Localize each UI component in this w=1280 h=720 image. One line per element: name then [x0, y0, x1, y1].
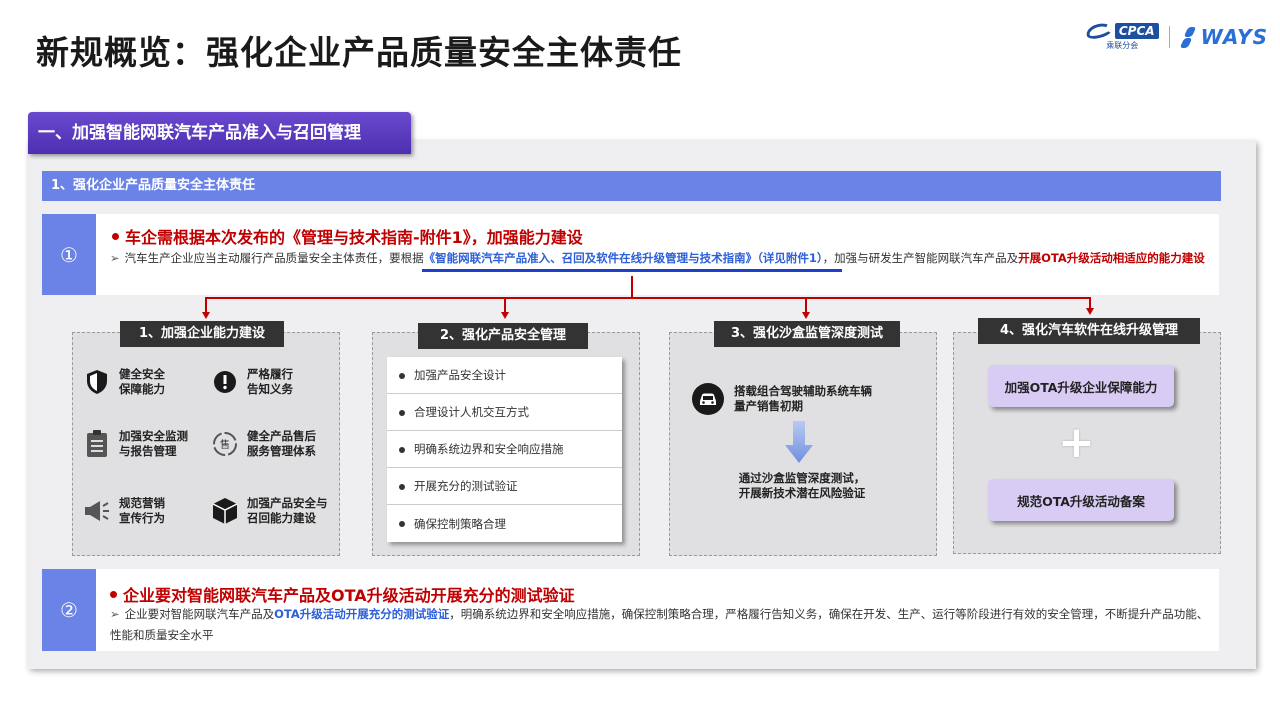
- connector-arrowhead-2: [501, 312, 509, 319]
- bullet-dot-icon: [110, 591, 117, 598]
- vehicle-stage: 搭载组合驾驶辅助系统车辆 量产销售初期: [692, 383, 872, 415]
- logo-group: CPCA 乘联分会 WAYS: [1084, 20, 1268, 52]
- capability-item: 加强安全监测 与报告管理: [84, 429, 188, 459]
- connector-drop-3: [805, 297, 807, 313]
- shield-icon: [84, 369, 110, 395]
- box-label-1: 1、加强企业能力建设: [120, 321, 284, 347]
- svg-text:售: 售: [220, 438, 230, 451]
- sandbox-result: 通过沙盒监管深度测试， 开展新技术潜在风险验证: [738, 471, 866, 500]
- ways-mark-icon: [1179, 26, 1198, 48]
- capability-item: 售 健全产品售后 服务管理体系: [212, 429, 316, 459]
- card-1-body: ➢ 汽车生产企业应当主动履行产品质量安全主体责任，要根据《智能网联汽车产品准入、召…: [110, 251, 1205, 265]
- megaphone-icon: [84, 498, 110, 524]
- page-title: 新规概览：强化企业产品质量安全主体责任: [36, 33, 682, 72]
- alert-icon: [212, 369, 238, 395]
- box-label-4: 4、强化汽车软件在线升级管理: [978, 318, 1200, 344]
- clipboard-icon: [84, 430, 110, 457]
- connector-bar: [205, 297, 1091, 299]
- car-icon: [692, 383, 724, 415]
- list-item: 明确系统边界和安全响应措施: [387, 431, 622, 468]
- connector-arrowhead-1: [202, 312, 210, 319]
- arrow-bullet-icon: ➢: [110, 607, 120, 621]
- requirement-card-2: ② 企业要对智能网联汽车产品及OTA升级活动开展充分的测试验证 ➢ 企业要对智能网…: [42, 569, 1219, 651]
- cpca-logo-subtext: 乘联分会: [1106, 41, 1139, 50]
- card-number-1: ①: [42, 214, 96, 295]
- card-2-title: 企业要对智能网联汽车产品及OTA升级活动开展充分的测试验证: [110, 582, 575, 606]
- safety-measures-list: 加强产品安全设计 合理设计人机交互方式 明确系统边界和安全响应措施 开展充分的测…: [387, 357, 622, 542]
- guideline-link[interactable]: 《智能网联汽车产品准入、召回及软件在线升级管理与技术指南》（详见附件1）: [424, 251, 823, 265]
- highlight-underline: [422, 269, 842, 272]
- connector-drop-2: [504, 297, 506, 313]
- cpca-swoosh-icon: [1084, 20, 1114, 42]
- ways-logo-text: WAYS: [1200, 25, 1268, 49]
- plus-icon: +: [1058, 417, 1095, 468]
- ways-logo: WAYS: [1179, 25, 1268, 49]
- section-subheader: 1、强化企业产品质量安全主体责任: [42, 171, 1221, 201]
- card-2-body: ➢ 企业要对智能网联汽车产品及OTA升级活动开展充分的测试验证，明确系统边界和安全…: [110, 607, 1209, 642]
- down-arrow-icon: [785, 421, 813, 467]
- capability-item: 健全安全 保障能力: [84, 367, 165, 397]
- capability-item: 规范营销 宣传行为: [84, 496, 165, 526]
- cpca-logo: CPCA 乘联分会: [1084, 20, 1159, 51]
- card-number-2: ②: [42, 569, 96, 651]
- connector-arrowhead-4: [1086, 308, 1094, 315]
- capability-item: 加强产品安全与 召回能力建设: [212, 496, 328, 526]
- arrow-bullet-icon: ➢: [110, 251, 120, 265]
- list-item: 合理设计人机交互方式: [387, 394, 622, 431]
- capability-item: 严格履行 告知义务: [212, 367, 293, 397]
- bullet-dot-icon: [112, 233, 119, 240]
- ota-filing-card: 规范OTA升级活动备案: [988, 479, 1174, 521]
- list-item: 确保控制策略合理: [387, 505, 622, 542]
- list-item: 加强产品安全设计: [387, 357, 622, 394]
- cpca-logo-text: CPCA: [1114, 23, 1159, 39]
- ota-capability-card: 加强OTA升级企业保障能力: [988, 365, 1174, 407]
- list-item: 开展充分的测试验证: [387, 468, 622, 505]
- section-tab: 一、加强智能网联汽车产品准入与召回管理: [28, 112, 411, 154]
- box-label-2: 2、强化产品安全管理: [418, 323, 588, 349]
- cube-icon: [212, 498, 238, 524]
- service-icon: 售: [212, 431, 238, 457]
- card-1-title: 车企需根据本次发布的《管理与技术指南-附件1》，加强能力建设: [112, 224, 583, 248]
- box-label-3: 3、强化沙盒监管深度测试: [714, 321, 900, 347]
- connector-arrowhead-3: [802, 312, 810, 319]
- connector-drop-1: [205, 297, 207, 313]
- logo-divider: [1168, 26, 1170, 48]
- connector-trunk: [631, 276, 633, 298]
